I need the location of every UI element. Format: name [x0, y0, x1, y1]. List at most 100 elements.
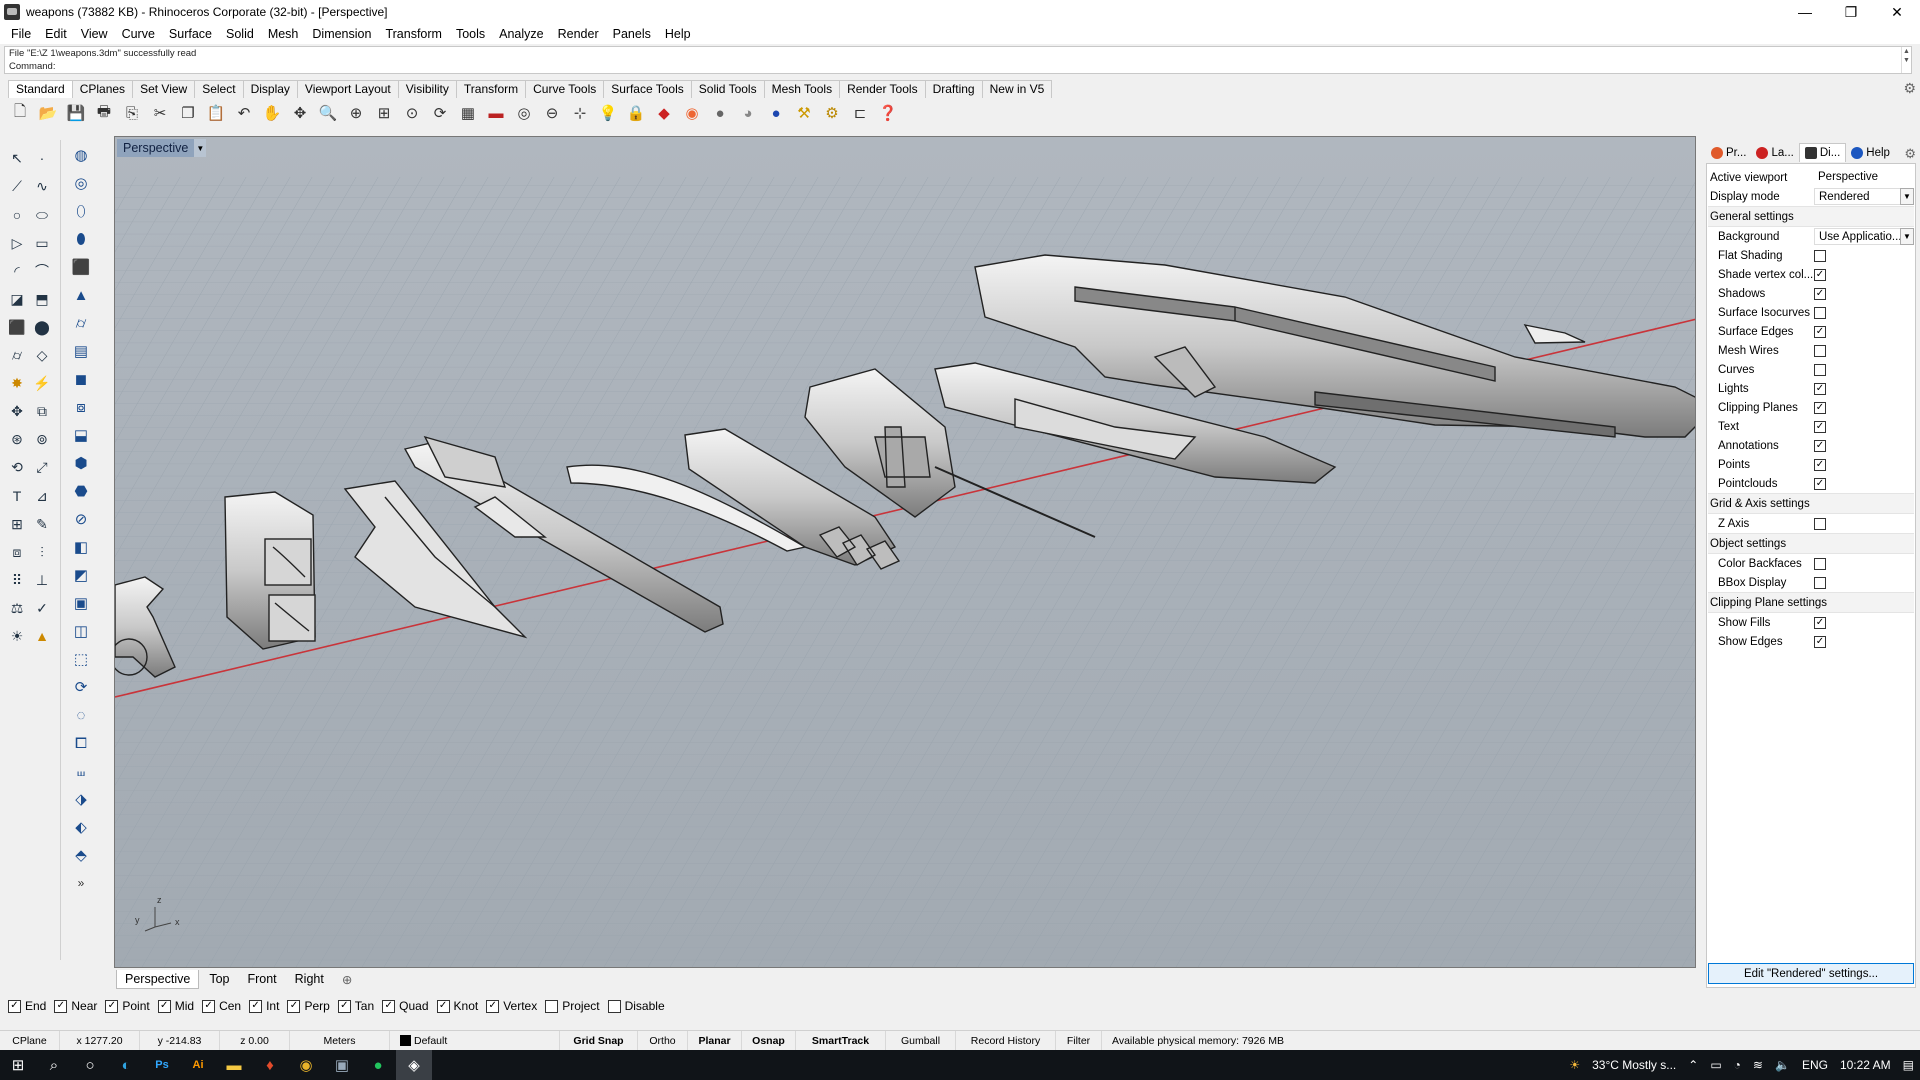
solid-paraboloid-icon[interactable]: ⬮ [70, 228, 92, 250]
menu-surface[interactable]: Surface [162, 24, 219, 44]
help-icon[interactable]: ❓ [876, 101, 900, 125]
render-tool-icon[interactable]: ▲ [31, 625, 53, 647]
osnap-checkbox[interactable] [607, 999, 621, 1013]
viewport-title-tab[interactable]: Perspective ▼ [117, 139, 207, 157]
checkbox[interactable] [1814, 249, 1826, 262]
object-settings-header[interactable]: Object settings [1708, 533, 1914, 554]
point-icon[interactable]: · [31, 147, 53, 169]
checkbox[interactable]: ✓ [1814, 420, 1826, 433]
import-icon[interactable]: ⎘ [120, 101, 144, 125]
tab-standard[interactable]: Standard [8, 80, 73, 98]
weather-icon[interactable]: ☀ [1569, 1058, 1580, 1072]
solid-box-icon[interactable]: ⬛ [70, 256, 92, 278]
setting-shadows[interactable]: Shadows ✓ [1708, 284, 1914, 303]
solid-cone-icon[interactable]: ▲ [70, 284, 92, 306]
setting-curves[interactable]: Curves [1708, 360, 1914, 379]
setting-show-fills[interactable]: Show Fills ✓ [1708, 613, 1914, 632]
units-status[interactable]: Meters [290, 1030, 390, 1051]
record-history-toggle[interactable]: Record History [956, 1030, 1056, 1051]
expand-more-icon[interactable]: » [70, 872, 92, 894]
gumball-toggle[interactable]: Gumball [886, 1030, 956, 1051]
clock[interactable]: 10:22 AM [1840, 1058, 1891, 1072]
osnap-checkbox[interactable]: ✓ [105, 999, 119, 1013]
osnap-cen[interactable]: ✓ Cen [202, 999, 241, 1013]
menu-edit[interactable]: Edit [38, 24, 74, 44]
line-chat-icon[interactable]: ● [360, 1050, 396, 1080]
display-mode-select[interactable]: Rendered [1814, 188, 1914, 205]
circle-icon[interactable]: ○ [6, 204, 28, 226]
solid-blend-icon[interactable]: ⬗ [70, 788, 92, 810]
surface-corner-icon[interactable]: ◪ [6, 289, 28, 311]
setting-show-edges[interactable]: Show Edges ✓ [1708, 632, 1914, 651]
checkbox[interactable] [1814, 306, 1826, 319]
osnap-tan[interactable]: ✓ Tan [337, 999, 374, 1013]
background-select[interactable]: Use Applicatio... [1814, 228, 1914, 245]
osnap-end[interactable]: ✓ End [8, 999, 46, 1013]
dimension-tool-icon[interactable]: ⊿ [31, 485, 53, 507]
command-area[interactable]: File "E:\Z 1\weapons.3dm" successfully r… [4, 46, 1912, 74]
hammer-icon[interactable]: ⚒ [792, 101, 816, 125]
snap-icon[interactable]: ⊥ [31, 569, 53, 591]
osnap-checkbox[interactable]: ✓ [202, 999, 216, 1013]
light-bulb-icon[interactable]: 💡 [596, 101, 620, 125]
osnap-disable[interactable]: Disable [607, 999, 665, 1013]
setting-annotations[interactable]: Annotations ✓ [1708, 436, 1914, 455]
menu-panels[interactable]: Panels [606, 24, 658, 44]
checkbox[interactable]: ✓ [1814, 477, 1826, 490]
grid-axis-header[interactable]: Grid & Axis settings [1708, 493, 1914, 514]
checkbox[interactable] [1814, 363, 1826, 376]
solid-cube-icon[interactable]: ◼ [70, 368, 92, 390]
text-icon[interactable]: T [6, 485, 28, 507]
toolbar-gear-icon[interactable]: ⚙ [1903, 80, 1916, 97]
dimension-icon[interactable]: ⊏ [848, 101, 872, 125]
planar-toggle[interactable]: Planar [688, 1030, 742, 1051]
tab-select[interactable]: Select [194, 80, 244, 98]
view-tab-front[interactable]: Front [239, 970, 284, 988]
panel-tab-display[interactable]: Di... [1798, 143, 1847, 162]
menu-render[interactable]: Render [551, 24, 606, 44]
osnap-project[interactable]: Project [545, 999, 600, 1013]
explode-icon[interactable]: ✸ [6, 373, 28, 395]
layer-status[interactable]: Default [390, 1030, 560, 1051]
solid-sphere-icon[interactable]: ◍ [70, 144, 92, 166]
zoom-selected-icon[interactable]: ⊙ [400, 101, 424, 125]
tray-app-icon[interactable]: ▭ [1710, 1058, 1721, 1072]
tab-mesh-tools[interactable]: Mesh Tools [763, 80, 841, 98]
solid-loft-icon[interactable]: ⬚ [70, 648, 92, 670]
checkbox[interactable] [1814, 576, 1826, 589]
open-folder-icon[interactable]: 📂 [36, 101, 60, 125]
osnap-int[interactable]: ✓ Int [249, 999, 279, 1013]
undo-icon[interactable]: ↶ [232, 101, 256, 125]
solid-offset-icon[interactable]: ⧠ [70, 732, 92, 754]
osnap-near[interactable]: ✓ Near [54, 999, 97, 1013]
solid-chamfer-icon[interactable]: ◩ [70, 564, 92, 586]
tab-cplanes[interactable]: CPlanes [71, 80, 134, 98]
photoshop-icon[interactable]: Ps [144, 1050, 180, 1080]
named-view-icon[interactable]: ◎ [512, 101, 536, 125]
lock-icon[interactable]: 🔒 [624, 101, 648, 125]
checkbox[interactable]: ✓ [1814, 616, 1826, 629]
setting-clipping-planes[interactable]: Clipping Planes ✓ [1708, 398, 1914, 417]
setting-color-backfaces[interactable]: Color Backfaces [1708, 554, 1914, 573]
tab-visibility[interactable]: Visibility [397, 80, 457, 98]
tray-chevron-icon[interactable]: ⌃ [1688, 1058, 1698, 1072]
osnap-checkbox[interactable]: ✓ [54, 999, 68, 1013]
solid-slab-icon[interactable]: ▤ [70, 340, 92, 362]
cylinder-icon[interactable]: ⌭ [6, 345, 28, 367]
select-arrow-icon[interactable]: ↖ [6, 148, 28, 170]
four-view-icon[interactable]: ▦ [456, 101, 480, 125]
edge-browser-icon[interactable]: ◐ [108, 1050, 144, 1080]
osnap-checkbox[interactable]: ✓ [8, 999, 21, 1013]
polygon-icon[interactable]: ▷ [6, 232, 28, 254]
osnap-point[interactable]: ✓ Point [105, 999, 150, 1013]
car-icon[interactable]: ▬ [484, 101, 508, 125]
osnap-checkbox[interactable] [545, 999, 559, 1013]
scale-icon[interactable]: ⤢ [31, 457, 53, 479]
solid-revolve-icon[interactable]: ◌ [70, 704, 92, 726]
checkbox[interactable]: ✓ [1814, 635, 1826, 648]
view-tab-right[interactable]: Right [287, 970, 332, 988]
mesh-icon[interactable]: ◇ [31, 345, 53, 367]
cplane-icon[interactable]: ⊖ [540, 101, 564, 125]
checkbox[interactable]: ✓ [1814, 325, 1826, 338]
speaker-icon[interactable]: 🔈 [1775, 1058, 1790, 1072]
